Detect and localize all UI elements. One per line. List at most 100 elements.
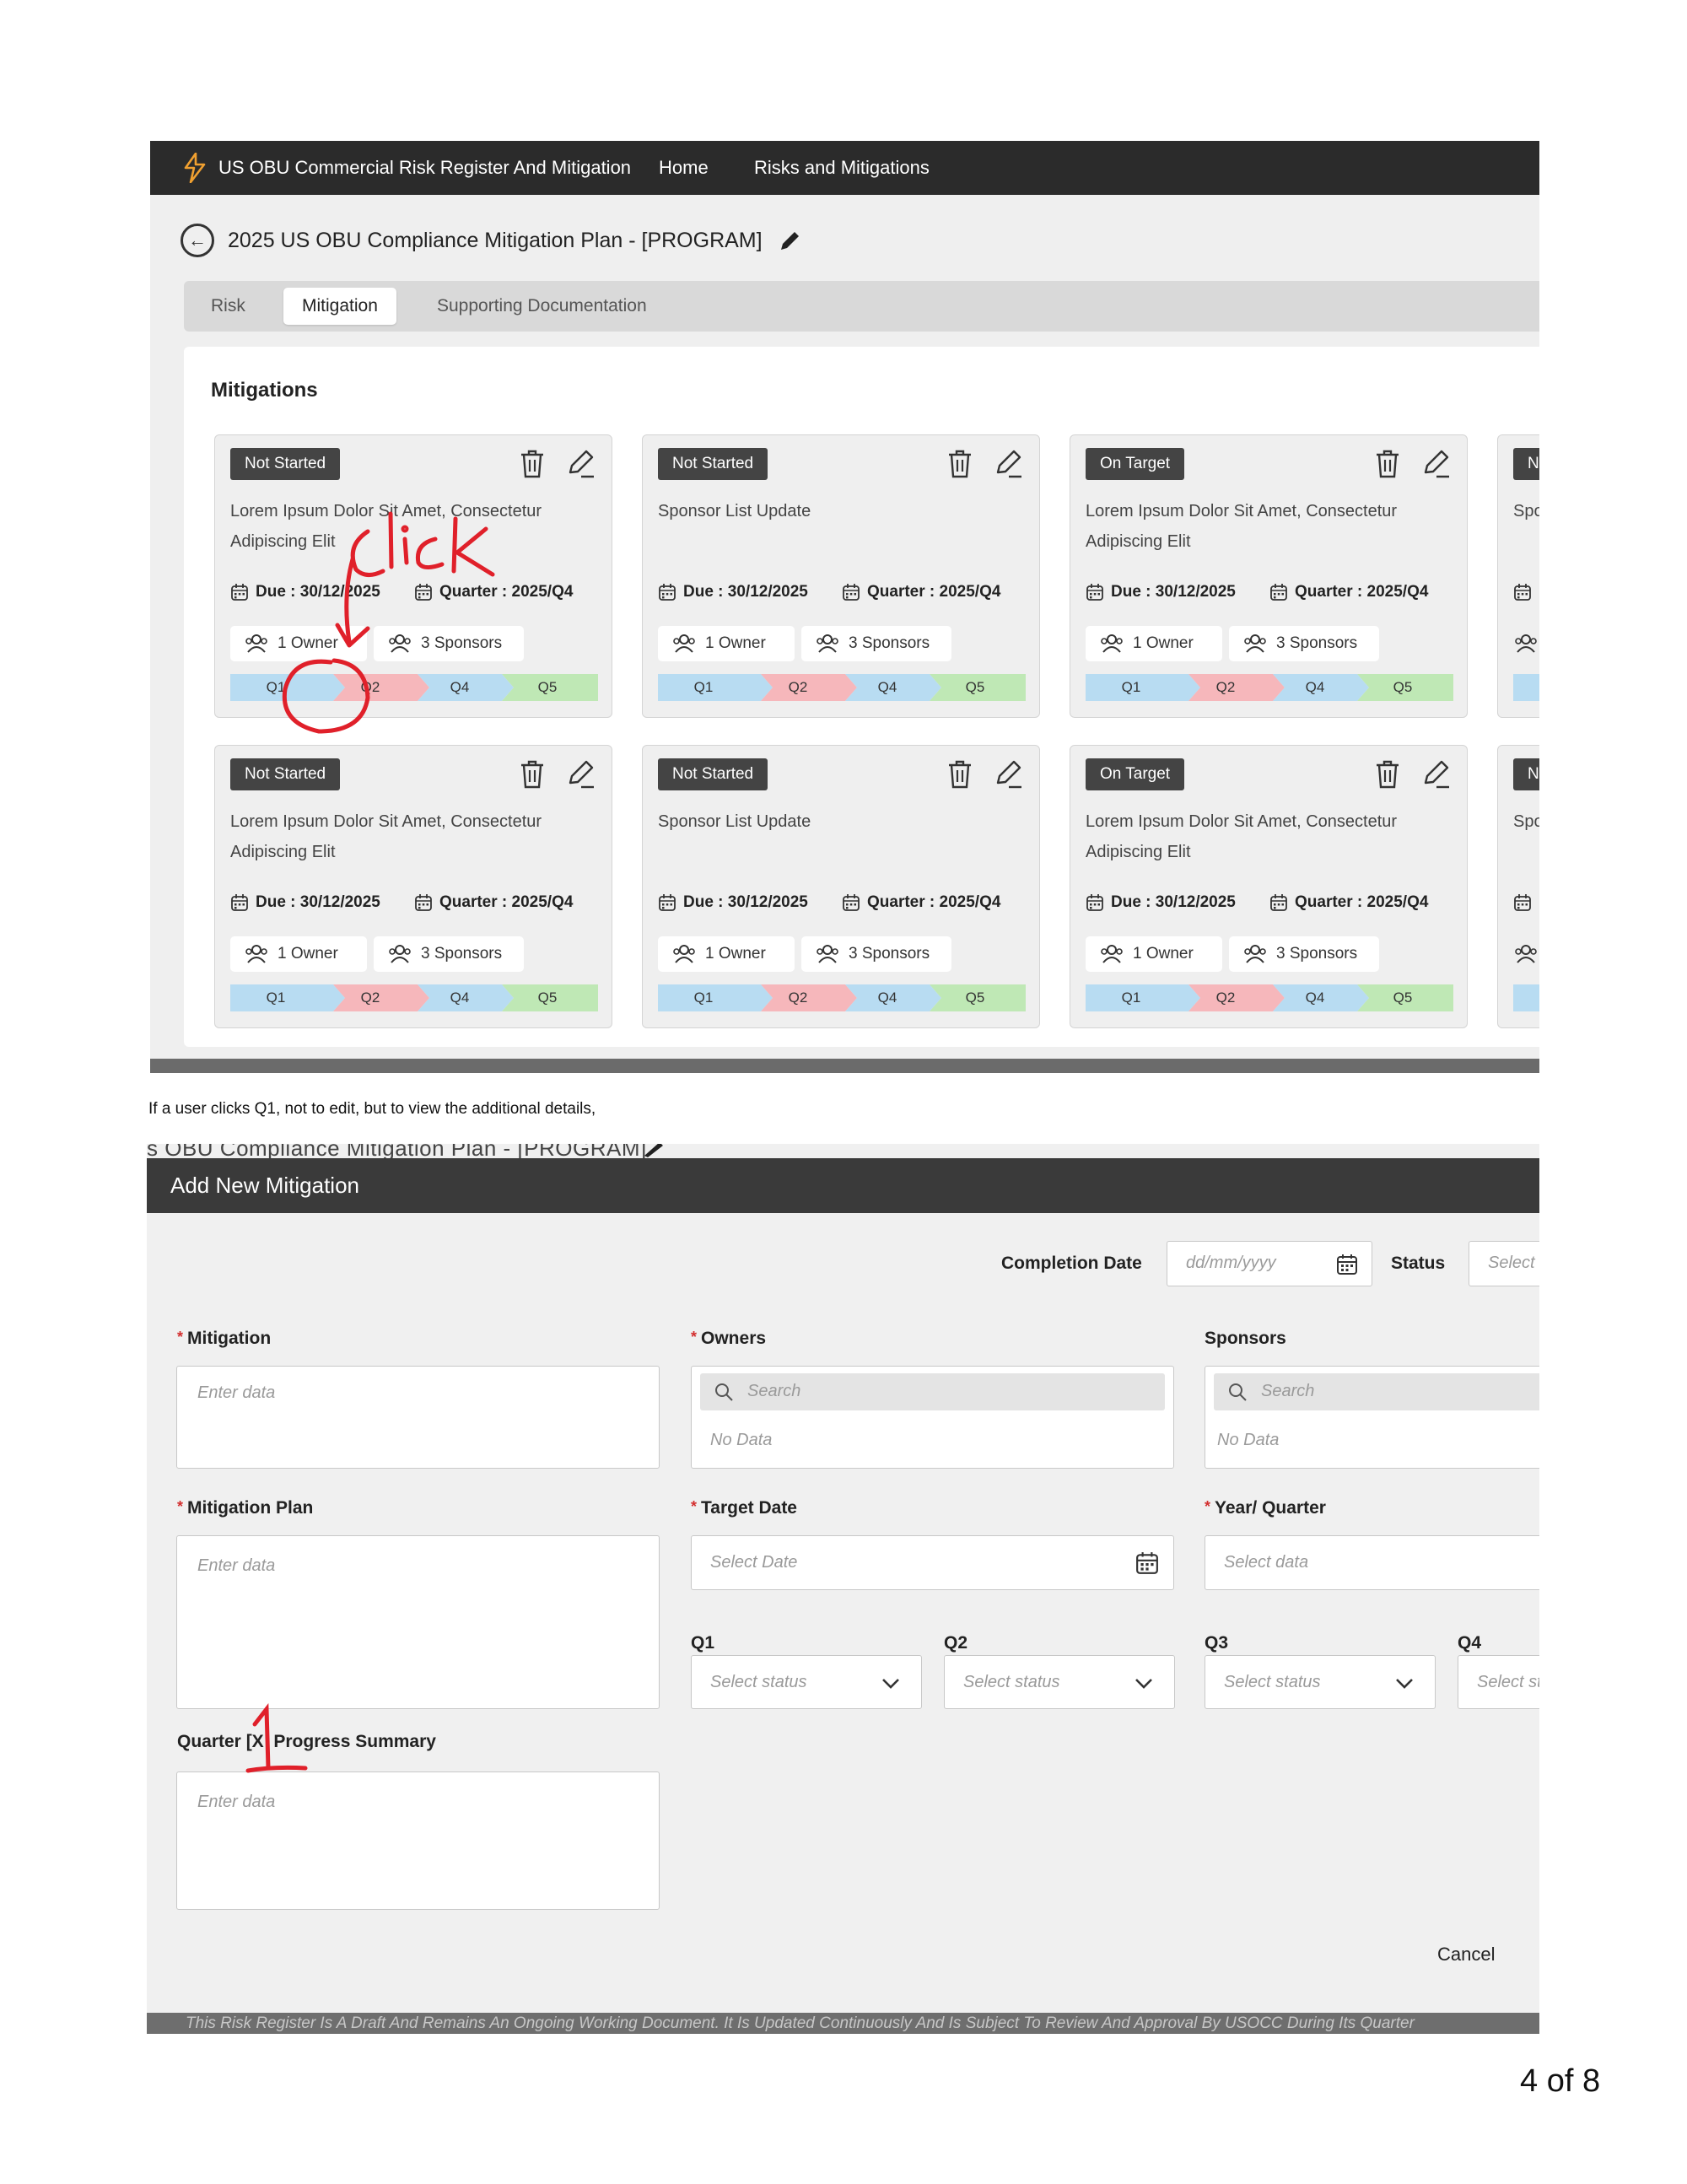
target-date-label: * Target Date: [691, 1498, 797, 1518]
owners-chip[interactable]: 1 Owner: [230, 626, 367, 661]
calendar-icon[interactable]: [1135, 1551, 1159, 1575]
quarter-progress-bar: [1513, 984, 1539, 1011]
nav-home[interactable]: Home: [659, 157, 709, 179]
due-date: [1513, 893, 1539, 912]
delete-trash-icon[interactable]: [519, 449, 546, 479]
delete-trash-icon[interactable]: [1374, 449, 1401, 479]
edit-pencil-icon[interactable]: [566, 759, 595, 790]
quarter-q2-button[interactable]: Q2: [337, 674, 404, 701]
quarter-q5-button[interactable]: Q5: [941, 984, 1009, 1011]
q3-status-select[interactable]: Select status: [1205, 1655, 1436, 1709]
calendar-icon: [843, 584, 860, 601]
edit-title-pencil-icon[interactable]: [778, 228, 803, 253]
edit-pencil-icon[interactable]: [566, 449, 595, 479]
edit-pencil-icon[interactable]: [1421, 449, 1450, 479]
owners-picker[interactable]: Search No Data: [691, 1366, 1174, 1469]
q1-status-select[interactable]: Select status: [691, 1655, 922, 1709]
quarter-q5-button[interactable]: Q5: [1369, 984, 1436, 1011]
q3-status-label: Q3: [1205, 1633, 1229, 1653]
mitigation-textarea[interactable]: Enter data: [176, 1366, 660, 1469]
quarter-q4-button[interactable]: Q4: [1281, 674, 1349, 701]
delete-trash-icon[interactable]: [946, 759, 973, 790]
mitigation-card[interactable]: Not Started Sponsor List Update Due : 30…: [642, 745, 1040, 1028]
owners-chip[interactable]: 1 Owner: [658, 936, 795, 972]
tab-mitigation[interactable]: Mitigation: [283, 288, 396, 325]
tab-supporting-documentation[interactable]: Supporting Documentation: [437, 288, 647, 325]
sponsors-chip[interactable]: 3 Sponsors: [374, 936, 524, 972]
quarter-q4-button[interactable]: Q4: [426, 984, 493, 1011]
mitigation-card[interactable]: Not Started Lorem Ipsum Dolor Sit Amet, …: [214, 745, 612, 1028]
edit-pencil-icon[interactable]: [994, 759, 1022, 790]
sponsors-chip[interactable]: 3 Sponsors: [801, 626, 951, 661]
calendar-icon: [1514, 894, 1531, 911]
quarter-q4-button[interactable]: Q4: [1281, 984, 1349, 1011]
progress-summary-placeholder: Enter data: [197, 1793, 276, 1811]
completion-date-input[interactable]: dd/mm/yyyy: [1167, 1241, 1372, 1286]
page-header: ← 2025 US OBU Compliance Mitigation Plan…: [181, 222, 803, 259]
q4-status-select[interactable]: Select sta: [1458, 1655, 1539, 1709]
quarter-q1-button[interactable]: Q1: [242, 674, 310, 701]
completion-date-placeholder: dd/mm/yyyy: [1186, 1254, 1276, 1272]
quarter-q2-button[interactable]: Q2: [1192, 984, 1259, 1011]
delete-trash-icon[interactable]: [1374, 759, 1401, 790]
disclaimer-footer: This Risk Register Is A Draft And Remain…: [147, 2013, 1539, 2034]
bottom-scrollbar[interactable]: [150, 1059, 1539, 1073]
quarter-q1-button[interactable]: Q1: [670, 674, 737, 701]
delete-trash-icon[interactable]: [946, 449, 973, 479]
sponsors-picker[interactable]: Search No Data: [1205, 1366, 1539, 1469]
app-title[interactable]: US OBU Commercial Risk Register And Miti…: [218, 157, 631, 179]
mitigation-card[interactable]: Not Started Lorem Ipsum Dolor Sit Amet, …: [214, 434, 612, 718]
quarter-q5-button[interactable]: Q5: [941, 674, 1009, 701]
progress-summary-textarea[interactable]: Enter data: [176, 1771, 660, 1910]
quarter-q4-button[interactable]: Q4: [854, 984, 921, 1011]
owners-chip[interactable]: [1513, 626, 1539, 661]
quarter-q5-button[interactable]: Q5: [1369, 674, 1436, 701]
tab-risk[interactable]: Risk: [211, 288, 245, 325]
quarter-q4-button[interactable]: Q4: [426, 674, 493, 701]
quarter-q4-button[interactable]: Q4: [854, 674, 921, 701]
nav-risks-and-mitigations[interactable]: Risks and Mitigations: [754, 157, 930, 179]
back-arrow-icon[interactable]: ←: [181, 224, 214, 257]
cancel-button[interactable]: Cancel: [1437, 1944, 1495, 1966]
delete-trash-icon[interactable]: [519, 759, 546, 790]
owners-chip[interactable]: [1513, 936, 1539, 972]
year-quarter-select[interactable]: Select data: [1205, 1535, 1539, 1590]
edit-pencil-icon[interactable]: [1421, 759, 1450, 790]
q4-status-placeholder: Select sta: [1477, 1673, 1539, 1691]
quarter-q2-button[interactable]: Q2: [764, 674, 832, 701]
sponsors-chip[interactable]: 3 Sponsors: [801, 936, 951, 972]
mitigation-placeholder: Enter data: [197, 1383, 276, 1402]
owners-chip[interactable]: 1 Owner: [658, 626, 795, 661]
sponsors-chip[interactable]: 3 Sponsors: [1229, 936, 1379, 972]
target-date-input[interactable]: Select Date: [691, 1535, 1174, 1590]
quarter-q2-button[interactable]: Q2: [337, 984, 404, 1011]
mitigation-card[interactable]: On Target Lorem Ipsum Dolor Sit Amet, Co…: [1070, 745, 1468, 1028]
sponsors-chip[interactable]: 3 Sponsors: [374, 626, 524, 661]
quarter-q5-button[interactable]: Q5: [514, 984, 581, 1011]
owners-search-input[interactable]: Search: [700, 1373, 1165, 1410]
quarter-q1-button[interactable]: Q1: [670, 984, 737, 1011]
quarter-q1-button[interactable]: Q1: [242, 984, 310, 1011]
calendar-icon[interactable]: [1336, 1254, 1358, 1275]
owners-chip[interactable]: 1 Owner: [1086, 626, 1222, 661]
quarter-q1-button[interactable]: Q1: [1097, 674, 1165, 701]
quarter-q1-button[interactable]: Q1: [1097, 984, 1165, 1011]
owners-chip[interactable]: 1 Owner: [1086, 936, 1222, 972]
mitigation-card-partial[interactable]: No Spo: [1497, 745, 1539, 1028]
mitigation-card[interactable]: Not Started Sponsor List Update Due : 30…: [642, 434, 1040, 718]
edit-pencil-icon[interactable]: [994, 449, 1022, 479]
mitigation-card[interactable]: On Target Lorem Ipsum Dolor Sit Amet, Co…: [1070, 434, 1468, 718]
owner-users-icon: [1244, 945, 1266, 963]
owner-users-icon: [1515, 634, 1537, 653]
quarter-q5-button[interactable]: Q5: [514, 674, 581, 701]
owners-chip[interactable]: 1 Owner: [230, 936, 367, 972]
mitigation-card-partial[interactable]: No Spo: [1497, 434, 1539, 718]
owner-users-icon: [673, 634, 695, 653]
q2-status-select[interactable]: Select status: [944, 1655, 1175, 1709]
quarter-q2-button[interactable]: Q2: [764, 984, 832, 1011]
sponsors-search-input[interactable]: Search: [1214, 1373, 1539, 1410]
quarter-q2-button[interactable]: Q2: [1192, 674, 1259, 701]
status-select[interactable]: Select: [1469, 1241, 1539, 1286]
sponsors-chip[interactable]: 3 Sponsors: [1229, 626, 1379, 661]
mitigation-plan-textarea[interactable]: Enter data: [176, 1535, 660, 1709]
